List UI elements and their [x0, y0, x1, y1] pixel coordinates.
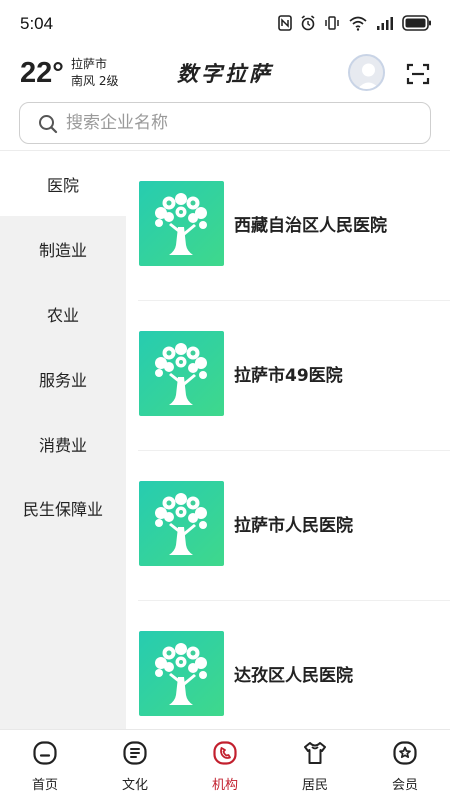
status-icons — [278, 15, 432, 31]
organization-thumbnail — [139, 331, 224, 416]
nav-label: 居民 — [301, 778, 328, 793]
alarm-icon — [301, 15, 315, 31]
category-item-manufacturing[interactable]: 制造业 — [0, 216, 126, 281]
category-item-service[interactable]: 服务业 — [0, 346, 126, 411]
nav-item-home[interactable]: 首页 — [0, 730, 90, 800]
organization-thumbnail — [139, 481, 224, 566]
search-input[interactable] — [66, 110, 406, 136]
organization-item[interactable]: 拉萨市49医院 — [138, 301, 450, 451]
top-header: 22° 拉萨市 南风 2级 数字拉萨 — [0, 50, 450, 98]
resident-icon — [304, 742, 326, 764]
nav-label: 会员 — [391, 778, 418, 793]
category-label: 制造业 — [38, 240, 87, 260]
avatar[interactable] — [348, 54, 385, 91]
tree-logo-icon — [155, 493, 207, 555]
scan-icon[interactable] — [406, 62, 430, 86]
home-icon — [33, 741, 57, 765]
search-bar[interactable] — [19, 102, 431, 144]
institution-icon — [213, 741, 237, 765]
organization-list: 西藏自治区人民医院 拉萨市49医院 拉萨市人民医院 达孜区人民医院 — [126, 151, 450, 729]
category-item-livelihood[interactable]: 民生保障业 — [0, 475, 126, 540]
signal-icon — [377, 17, 393, 30]
nav-label: 机构 — [211, 778, 238, 793]
member-icon — [393, 741, 417, 765]
nfc-icon — [278, 15, 292, 31]
organization-thumbnail — [139, 181, 224, 266]
category-label: 消费业 — [38, 435, 87, 455]
organization-name: 拉萨市人民医院 — [234, 516, 353, 536]
vibrate-icon — [325, 16, 339, 30]
organization-item[interactable]: 达孜区人民医院 — [138, 601, 438, 729]
nav-label: 文化 — [121, 778, 148, 793]
culture-icon — [123, 741, 147, 765]
organization-item[interactable]: 西藏自治区人民医院 — [138, 151, 450, 301]
battery-icon — [402, 15, 431, 31]
organization-name: 达孜区人民医院 — [234, 666, 353, 686]
nav-label: 首页 — [31, 778, 58, 793]
bottom-nav: 首页 文化 机构 居民 会员 — [0, 729, 450, 800]
tree-logo-icon — [155, 643, 207, 705]
category-label: 民生保障业 — [22, 499, 103, 519]
category-item-agriculture[interactable]: 农业 — [0, 281, 126, 346]
nav-item-resident[interactable]: 居民 — [270, 730, 360, 800]
nav-item-member[interactable]: 会员 — [360, 730, 450, 800]
organization-name: 拉萨市49医院 — [234, 366, 343, 386]
nav-item-culture[interactable]: 文化 — [90, 730, 180, 800]
category-sidebar: 医院 制造业 农业 服务业 消费业 民生保障业 — [0, 151, 126, 729]
tree-logo-icon — [155, 343, 207, 405]
nav-item-institution[interactable]: 机构 — [180, 730, 270, 800]
organization-name: 西藏自治区人民医院 — [234, 216, 387, 236]
organization-item[interactable]: 拉萨市人民医院 — [138, 451, 450, 601]
status-time: 5:04 — [20, 14, 54, 33]
category-label: 服务业 — [38, 370, 87, 390]
app-screen: 5:04 22° 拉萨市 南风 2级 数字拉萨 搜索企业名称 医院 制造业 农业… — [0, 0, 450, 800]
category-label: 农业 — [46, 305, 79, 325]
tree-logo-icon — [155, 193, 207, 255]
wifi-icon — [349, 16, 367, 31]
status-bar: 5:04 — [0, 0, 450, 48]
category-item-hospital[interactable]: 医院 — [0, 151, 126, 216]
organization-thumbnail — [139, 631, 224, 716]
category-label: 医院 — [46, 175, 79, 195]
search-icon — [39, 115, 58, 134]
category-item-consumption[interactable]: 消费业 — [0, 411, 126, 476]
